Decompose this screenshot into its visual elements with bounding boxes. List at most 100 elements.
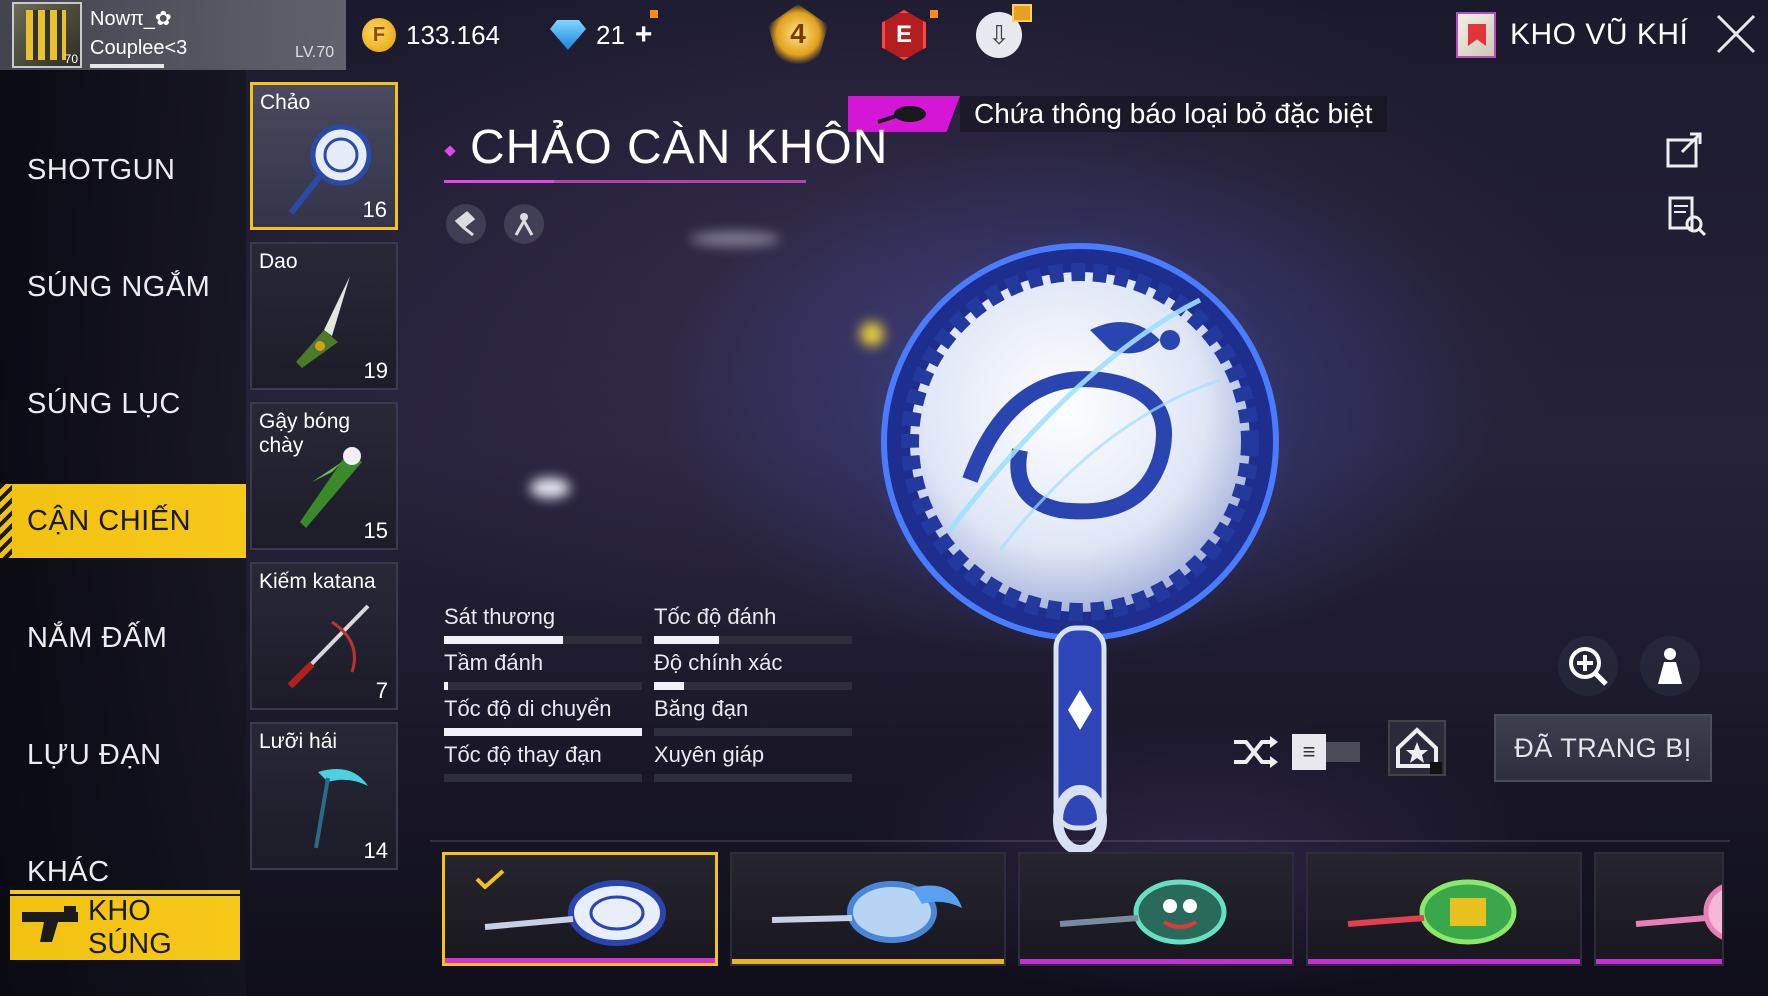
profile-panel[interactable]: 70 Nowπ_✿ Couplee<3 LV.70: [0, 0, 346, 70]
arsenal-book-icon: [1456, 12, 1496, 58]
player-name: Nowπ_✿: [90, 8, 172, 30]
close-icon[interactable]: [1712, 10, 1760, 58]
weapon-card-dagger[interactable]: Dao 19: [250, 242, 398, 390]
weapon-count: 7: [375, 678, 388, 703]
weapon-name: Dao: [259, 250, 298, 273]
notice-text: Chứa thông báo loại bỏ đặc biệt: [960, 96, 1387, 132]
skin-card[interactable]: [1594, 852, 1724, 966]
skin-card[interactable]: [730, 852, 1006, 966]
elite-pass-icon[interactable]: E: [882, 10, 926, 60]
character-preview-button[interactable]: [1640, 636, 1700, 696]
stat-label: Băng đạn: [654, 696, 749, 721]
weapon-name: Chảo: [260, 91, 311, 114]
arsenal-title: KHO VŨ KHÍ: [1510, 18, 1689, 51]
gold-coin-icon: F: [362, 18, 396, 52]
stat-track: [654, 774, 852, 782]
toggle-rail: [1326, 742, 1360, 762]
weapon-card-scythe[interactable]: Lưỡi hái 14: [250, 722, 398, 870]
list-icon: ≡: [1292, 734, 1326, 770]
stat-fill: [444, 636, 563, 644]
weapon-card-pan[interactable]: Chảo 16: [250, 82, 398, 230]
skin-card[interactable]: [1018, 852, 1294, 966]
stat-label: Xuyên giáp: [654, 742, 765, 767]
pan-skin-icon: [771, 881, 962, 943]
weapon-name: Kiếm katana: [259, 570, 376, 593]
stat-magazine: Băng đạn: [654, 696, 852, 736]
nav-item-shotgun[interactable]: SHOTGUN: [0, 134, 246, 206]
gun-storage-label: KHO SÚNG: [88, 895, 172, 960]
nav-item-melee[interactable]: CẬN CHIẾN: [0, 484, 246, 558]
skin-card[interactable]: [1306, 852, 1582, 966]
character-icon: [1658, 648, 1682, 684]
nav-item-grenade[interactable]: LỰU ĐẠN: [0, 719, 246, 791]
nav-item-fist[interactable]: NẮM ĐẤM: [0, 602, 246, 674]
stat-track: [444, 682, 642, 690]
list-toggle[interactable]: ≡: [1292, 734, 1362, 770]
equipped-button[interactable]: ĐÃ TRANG BỊ: [1494, 714, 1712, 782]
rarity-bar: [445, 958, 715, 963]
stat-track: [444, 728, 642, 736]
pan-skin-icon: [484, 880, 666, 946]
add-diamond-button[interactable]: +: [635, 18, 653, 52]
pan-skin-icon: [1347, 879, 1517, 945]
avatar-level: 70: [64, 52, 78, 66]
stat-fill: [444, 682, 448, 690]
attribute-character-icon[interactable]: [504, 204, 544, 244]
diamond-currency[interactable]: 21 +: [550, 0, 652, 70]
zoom-in-icon: [1569, 647, 1608, 686]
nav-item-pistol[interactable]: SÚNG LỤC: [0, 368, 246, 440]
skin-card[interactable]: [442, 852, 718, 966]
pan-skin-icon: [1635, 884, 1722, 940]
house-star-icon: [1396, 727, 1442, 774]
weapon-card-bat[interactable]: Gậy bóng chày 15: [250, 402, 398, 550]
home-showcase-button[interactable]: [1388, 720, 1446, 776]
zoom-in-button[interactable]: [1558, 636, 1618, 696]
diamond-icon: [550, 20, 586, 50]
stat-fill: [444, 728, 642, 736]
details-search-icon[interactable]: [1664, 194, 1708, 238]
weapon-name: Lưỡi hái: [259, 730, 338, 753]
stat-reload-speed: Tốc độ thay đạn: [444, 742, 642, 782]
stat-damage: Sát thương: [444, 604, 642, 644]
stat-track: [654, 636, 852, 644]
item-title: CHẢO CÀN KHÔN: [470, 121, 889, 174]
background-light: [530, 478, 570, 498]
stat-label: Sát thương: [444, 604, 556, 629]
pan-skin-icon: [1059, 879, 1227, 945]
stat-track: [444, 774, 642, 782]
attribute-hammer-icon[interactable]: [446, 204, 486, 244]
top-bar: 70 Nowπ_✿ Couplee<3 LV.70 F 133.164 21 +…: [0, 0, 1768, 70]
weapon-card-katana[interactable]: Kiếm katana 7: [250, 562, 398, 710]
stat-label: Tốc độ di chuyển: [444, 696, 612, 721]
arsenal-header: KHO VŨ KHÍ: [1456, 0, 1688, 70]
weapon-count: 19: [363, 358, 388, 383]
gun-icon: [22, 906, 78, 942]
stat-track: [444, 636, 642, 644]
weapon-count: 16: [362, 197, 387, 222]
stat-track: [654, 682, 852, 690]
stat-fill: [654, 682, 684, 690]
rarity-bar: [732, 959, 1004, 964]
share-icon[interactable]: [1664, 126, 1708, 170]
gift-icon[interactable]: [1012, 4, 1032, 22]
rarity-bar: [1020, 959, 1292, 964]
gun-storage-button[interactable]: KHO SÚNG: [10, 890, 240, 960]
player-clan: Couplee<3: [90, 37, 188, 59]
katana-icon: [287, 604, 370, 689]
avatar[interactable]: 70: [12, 2, 82, 68]
stat-armor-pierce: Xuyên giáp: [654, 742, 852, 782]
player-level: LV.70: [295, 44, 335, 61]
stat-move-speed: Tốc độ di chuyển: [444, 696, 642, 736]
rank-badge-icon[interactable]: 4: [768, 4, 828, 64]
nav-item-sniper[interactable]: SÚNG NGẮM: [0, 251, 246, 323]
stat-label: Độ chính xác: [654, 650, 783, 675]
gold-amount: 133.164: [406, 19, 500, 50]
stat-label: Tốc độ đánh: [654, 604, 777, 629]
checkmark-icon: [475, 869, 505, 889]
rarity-bar: [1308, 959, 1580, 964]
special-notice: Chứa thông báo loại bỏ đặc biệt: [848, 94, 1387, 134]
weapon-count: 14: [363, 838, 388, 863]
gold-currency[interactable]: F 133.164: [362, 0, 500, 70]
title-underline: [444, 180, 806, 183]
shuffle-icon[interactable]: [1232, 734, 1280, 770]
